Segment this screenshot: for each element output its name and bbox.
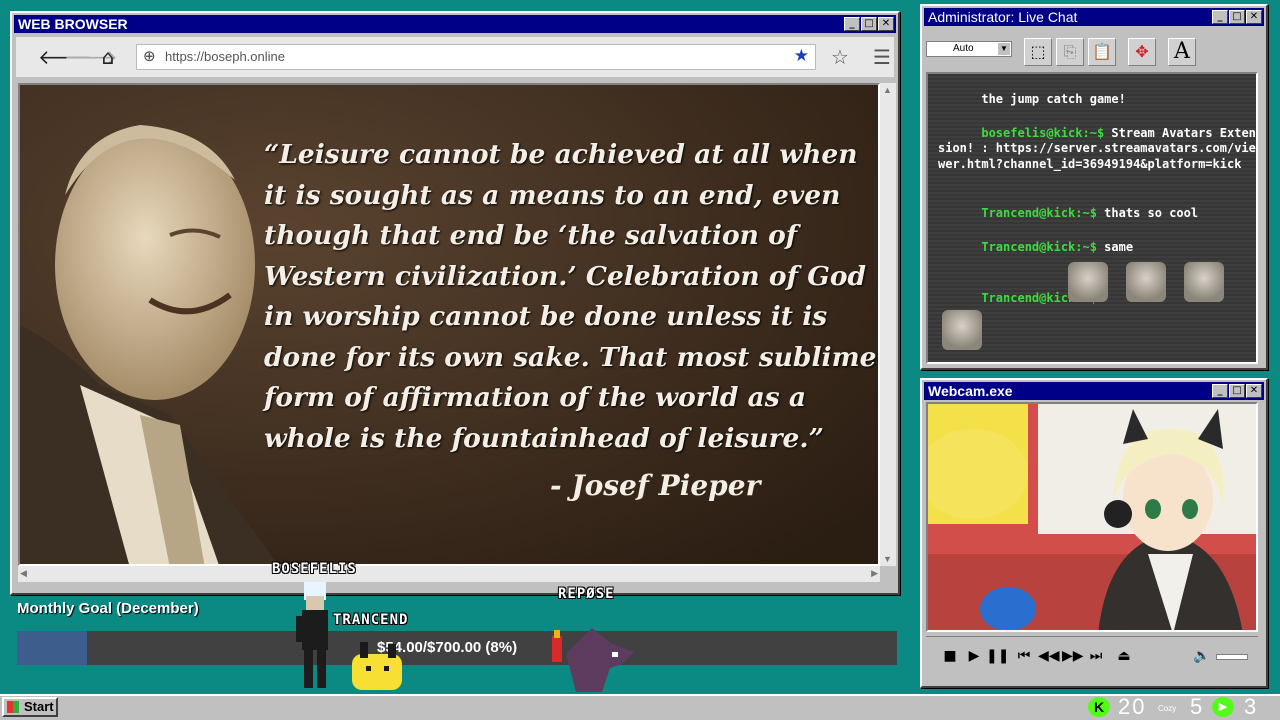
start-button[interactable]: Start <box>2 697 58 717</box>
skip-forward-icon[interactable]: ⏭ <box>1086 646 1106 666</box>
minimize-button[interactable]: _ <box>1212 10 1228 24</box>
chevron-down-icon: ▼ <box>998 43 1010 55</box>
cat-emote <box>942 310 982 350</box>
scroll-left-icon[interactable]: ◀ <box>20 568 27 579</box>
quote-author: - Josef Pieper <box>550 469 761 502</box>
quote-text: “Leisure cannot be achieved at all when … <box>264 139 877 454</box>
page-content: “Leisure cannot be achieved at all when … <box>18 83 880 566</box>
viewer-count: 20 <box>1118 694 1147 719</box>
goal-progress-bar: $54.00/$700.00 (8%) <box>17 631 897 665</box>
webcam-window: Webcam.exe _ □ ✕ ■ ▶ ❚❚ ⏮ ◀◀ ▶▶ ⏭ ⏏ 🔈 <box>920 378 1268 688</box>
maximize-icon: □ <box>864 18 874 29</box>
minimize-button[interactable]: _ <box>844 17 860 31</box>
fast-forward-icon[interactable]: ▶▶ <box>1062 646 1084 666</box>
forward-button[interactable]: 🡒 <box>64 45 118 69</box>
font-size-select[interactable]: Auto ▼ <box>926 41 1012 57</box>
move-icon[interactable]: ✥ <box>1128 38 1156 66</box>
minimize-button[interactable]: _ <box>1212 384 1228 398</box>
scroll-up-icon[interactable]: ▲ <box>883 85 892 95</box>
pikachu-avatar-sprite <box>352 642 402 690</box>
minimize-icon: _ <box>849 18 855 29</box>
close-icon: ✕ <box>1249 11 1259 22</box>
volume-slider[interactable] <box>1216 654 1248 660</box>
minimize-icon: _ <box>1217 11 1223 22</box>
minimize-icon: _ <box>1217 385 1223 396</box>
ninja-avatar-sprite <box>296 582 328 688</box>
scroll-right-icon[interactable]: ▶ <box>871 568 878 579</box>
pause-icon[interactable]: ❚❚ <box>986 646 1009 666</box>
volume-icon[interactable]: 🔈 <box>1192 646 1212 666</box>
home-button[interactable]: ⌂ <box>96 45 120 69</box>
chat-message: bosefelis@kick:~$ Stream Avatars Extensi… <box>938 110 1256 188</box>
address-bar[interactable]: ⊕ https://boseph.online ★ <box>136 44 816 70</box>
play-circle-icon: ▶ <box>1212 697 1234 717</box>
chat-username: bosefelis@kick:~$ <box>981 125 1105 140</box>
chat-message-text: thats so cool <box>1096 205 1199 220</box>
bookmarked-star-icon[interactable]: ★ <box>794 46 809 66</box>
eject-icon[interactable]: ⏏ <box>1114 646 1134 666</box>
chat-log[interactable]: the jump catch game! bosefelis@kick:~$ S… <box>926 72 1258 364</box>
chat-username: Trancend@kick:~$ <box>981 239 1097 254</box>
browser-navbar: 🡐 🡒 ⌂ ⊕ https://boseph.online ★ ☆ ☰ <box>16 37 894 77</box>
webcam-title: Webcam.exe <box>928 383 1013 399</box>
close-button[interactable]: ✕ <box>1246 384 1262 398</box>
count-caption: Cozy <box>1158 704 1177 713</box>
close-icon: ✕ <box>1249 385 1259 396</box>
close-button[interactable]: ✕ <box>878 17 894 31</box>
browser-title: WEB BROWSER <box>18 16 128 32</box>
skip-back-icon[interactable]: ⏮ <box>1014 646 1034 666</box>
start-label: Start <box>24 699 54 714</box>
kick-logo-icon: K <box>1088 697 1110 717</box>
webcam-view <box>926 402 1258 632</box>
close-button[interactable]: ✕ <box>1246 10 1262 24</box>
chat-title: Administrator: Live Chat <box>928 9 1078 25</box>
maximize-button[interactable]: □ <box>1229 10 1245 24</box>
taskbar: Start K 20 Cozy 5 ▶ 3 <box>0 694 1280 720</box>
favorites-star-icon[interactable]: ☆ <box>828 45 852 69</box>
copy-icon[interactable]: ⎘ <box>1056 38 1084 66</box>
chat-username: Trancend@kick:~$ <box>981 205 1097 220</box>
browser-window: WEB BROWSER _ □ ✕ 🡐 🡒 ⌂ ⊕ https://boseph… <box>10 11 900 595</box>
maximize-icon: □ <box>1232 385 1242 396</box>
stop-icon[interactable]: ■ <box>940 646 960 666</box>
chat-titlebar[interactable]: Administrator: Live Chat _ □ ✕ <box>924 8 1264 26</box>
cat-emote <box>1184 262 1224 302</box>
follower-count: 5 <box>1190 694 1203 719</box>
font-size-value: Auto <box>953 43 974 54</box>
cat-emote <box>1126 262 1166 302</box>
goal-progress-fill <box>17 631 88 665</box>
play-icon[interactable]: ▶ <box>964 646 984 666</box>
anime-avatar-image <box>928 404 1256 630</box>
font-tool-icon[interactable]: A <box>1168 38 1196 66</box>
back-button[interactable]: 🡐 <box>38 45 92 69</box>
cat-emote <box>1068 262 1108 302</box>
maximize-button[interactable]: □ <box>861 17 877 31</box>
browser-titlebar[interactable]: WEB BROWSER _ □ ✕ <box>14 15 896 33</box>
webcam-titlebar[interactable]: Webcam.exe _ □ ✕ <box>924 382 1264 400</box>
goal-label: Monthly Goal (December) <box>17 600 199 617</box>
menu-icon[interactable]: ☰ <box>870 45 894 69</box>
vertical-scrollbar[interactable]: ▲ ▼ <box>880 83 896 566</box>
select-tool-icon[interactable]: ⬚ <box>1024 38 1052 66</box>
windows-logo-icon <box>7 701 19 713</box>
chat-message-text: same <box>1096 239 1134 254</box>
scroll-down-icon[interactable]: ▼ <box>883 554 892 564</box>
avatar-name-label: REPØSE <box>558 586 615 602</box>
avatar-name-label: TRANCEND <box>333 612 409 628</box>
paste-icon[interactable]: 📋 <box>1088 38 1116 66</box>
avatar-name-label: BOSEFELIS <box>272 561 357 577</box>
rewind-icon[interactable]: ◀◀ <box>1038 646 1060 666</box>
horizontal-scrollbar[interactable]: ◀ ▶ <box>18 566 880 582</box>
chat-window: Administrator: Live Chat _ □ ✕ Auto ▼ ⬚ … <box>920 4 1268 370</box>
url-text: https://boseph.online <box>165 49 285 64</box>
dragon-avatar-sprite <box>552 628 634 692</box>
maximize-icon: □ <box>1232 11 1242 22</box>
sub-count: 3 <box>1244 694 1257 719</box>
maximize-button[interactable]: □ <box>1229 384 1245 398</box>
globe-icon: ⊕ <box>143 47 156 65</box>
chat-message-text: the jump catch game! <box>981 91 1126 106</box>
close-icon: ✕ <box>881 18 891 29</box>
